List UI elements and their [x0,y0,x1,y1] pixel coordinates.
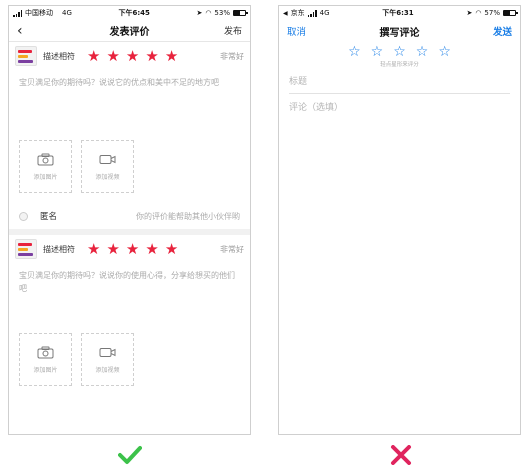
rating-text: 非常好 [220,51,244,61]
product-thumbnail [15,239,37,259]
signal-icon [307,9,317,17]
review-block: 描述相符 ★ ★ ★ ★ ★ 非常好 宝贝满足你的期待吗？说说你的使用心得，分享… [9,235,250,386]
network-label: 4G [62,9,72,17]
status-bar: ◀ 京东 4G 下午6:31 ➤ ◠ 57% [279,6,520,20]
star-outline-icon[interactable]: ☆ [438,45,451,59]
battery-percent: 53% [214,9,230,17]
star-outline-icon[interactable]: ☆ [371,45,384,59]
camera-icon [37,153,54,165]
clock: 下午6:31 [382,9,414,17]
product-name: 描述相符 [43,51,75,61]
product-name: 描述相符 [43,244,75,254]
star-rating[interactable]: ★ ★ ★ ★ ★ [87,48,178,64]
title-input[interactable]: 标题 [289,68,510,94]
add-photo-label: 添加图片 [33,173,58,181]
page-title: 撰写评论 [379,27,420,39]
video-camera-icon [99,347,116,357]
source-app-label[interactable]: 京东 [291,8,305,18]
battery-percent: 57% [484,9,500,17]
video-camera-icon [99,154,116,164]
star-icon[interactable]: ★ [145,241,158,257]
rating-row: 描述相符 ★ ★ ★ ★ ★ 非常好 [9,235,250,263]
star-rating[interactable]: ★ ★ ★ ★ ★ [87,241,178,257]
review-block: 描述相符 ★ ★ ★ ★ ★ 非常好 宝贝满足你的期待吗？说说它的优点和美中不足… [9,42,250,229]
headphones-icon: ◠ [475,9,482,17]
add-video-label: 添加视频 [95,366,120,374]
location-icon: ➤ [196,9,203,17]
check-icon [118,446,142,464]
publish-button[interactable]: 发布 [224,24,242,37]
network-label: 4G [319,9,330,17]
status-bar: 中国移动 4G 下午6:45 ➤ ◠ 53% [9,6,250,20]
star-icon[interactable]: ★ [106,241,119,257]
add-photo-button[interactable]: 添加图片 [19,333,72,386]
star-icon[interactable]: ★ [126,48,139,64]
add-photo-button[interactable]: 添加图片 [19,140,72,193]
star-icon[interactable]: ★ [106,48,119,64]
media-row: 添加图片 添加视频 [9,140,250,193]
cancel-button[interactable]: 取消 [287,24,306,38]
comment-input[interactable]: 评论（选填） [289,100,510,113]
add-video-button[interactable]: 添加视频 [81,333,134,386]
anonymous-radio[interactable] [19,211,28,221]
product-thumbnail [15,46,37,66]
star-icon[interactable]: ★ [165,48,178,64]
carrier-label: 中国移动 [25,9,53,17]
location-icon: ➤ [466,9,473,17]
battery-icon [232,10,248,16]
page-title: 发表评价 [109,27,150,38]
star-outline-icon[interactable]: ☆ [348,45,361,59]
add-photo-label: 添加图片 [33,366,58,374]
star-icon[interactable]: ★ [87,48,100,64]
review-textarea[interactable]: 宝贝满足你的期待吗？说说你的使用心得，分享给想买的他们吧 [9,263,250,327]
nav-bar: ‹ 发表评价 发布 [9,20,250,42]
anonymous-hint: 你的评价能帮助其他小伙伴哟 [136,211,240,221]
media-row: 添加图片 添加视频 [9,333,250,386]
star-outline-icon[interactable]: ☆ [393,45,406,59]
bad-example-screenshot: ◀ 京东 4G 下午6:31 ➤ ◠ 57% 取消 撰写评论 发送 ☆ ☆ ☆ … [278,5,521,435]
send-button[interactable]: 发送 [493,24,512,38]
headphones-icon: ◠ [205,9,212,17]
rating-text: 非常好 [220,244,244,254]
star-outline-icon[interactable]: ☆ [416,45,429,59]
anonymous-row[interactable]: 匿名 你的评价能帮助其他小伙伴哟 [9,203,250,229]
add-video-label: 添加视频 [95,173,120,181]
star-icon[interactable]: ★ [165,241,178,257]
back-icon[interactable]: ‹ [17,24,23,38]
cross-icon [391,445,411,465]
star-icon[interactable]: ★ [126,241,139,257]
clock: 下午6:45 [118,9,150,17]
back-to-app-icon[interactable]: ◀ [283,10,288,17]
star-icon[interactable]: ★ [87,241,100,257]
anonymous-label: 匿名 [40,212,58,222]
battery-icon [502,10,518,16]
good-example-screenshot: 中国移动 4G 下午6:45 ➤ ◠ 53% ‹ 发表评价 发布 描述相符 ★ … [8,5,251,435]
signal-icon [13,9,22,17]
rating-hint: 轻点星形来评分 [380,62,419,68]
add-video-button[interactable]: 添加视频 [81,140,134,193]
star-rating[interactable]: ☆ ☆ ☆ ☆ ☆ [279,42,520,59]
camera-icon [37,346,54,358]
star-icon[interactable]: ★ [145,48,158,64]
review-textarea[interactable]: 宝贝满足你的期待吗？说说它的优点和美中不足的地方吧 [9,70,250,134]
nav-bar: 取消 撰写评论 发送 [279,20,520,42]
rating-row: 描述相符 ★ ★ ★ ★ ★ 非常好 [9,42,250,70]
